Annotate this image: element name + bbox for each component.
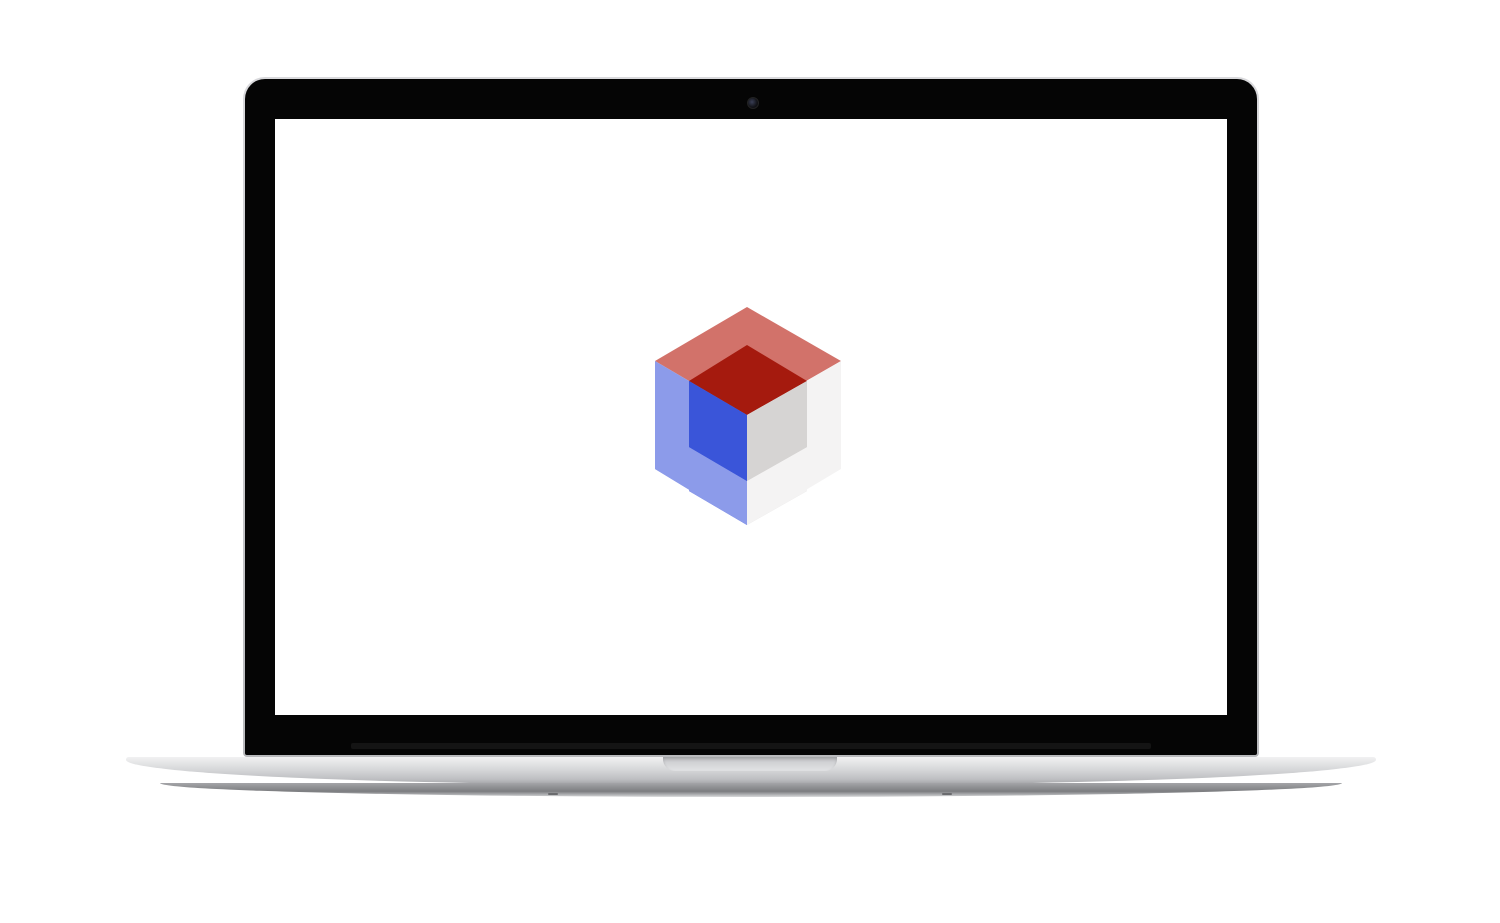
screen-bezel	[245, 79, 1257, 755]
bezel-bottom-strip	[351, 743, 1151, 749]
laptop-foot-left	[548, 793, 558, 795]
stage	[0, 0, 1500, 923]
screen	[275, 119, 1227, 715]
cube-logo-icon	[655, 307, 841, 525]
lid-opening-notch	[663, 757, 837, 771]
laptop-base-bottom	[160, 783, 1342, 797]
webcam-icon	[747, 97, 759, 109]
laptop-foot-right	[942, 793, 952, 795]
laptop-lid	[243, 77, 1259, 757]
